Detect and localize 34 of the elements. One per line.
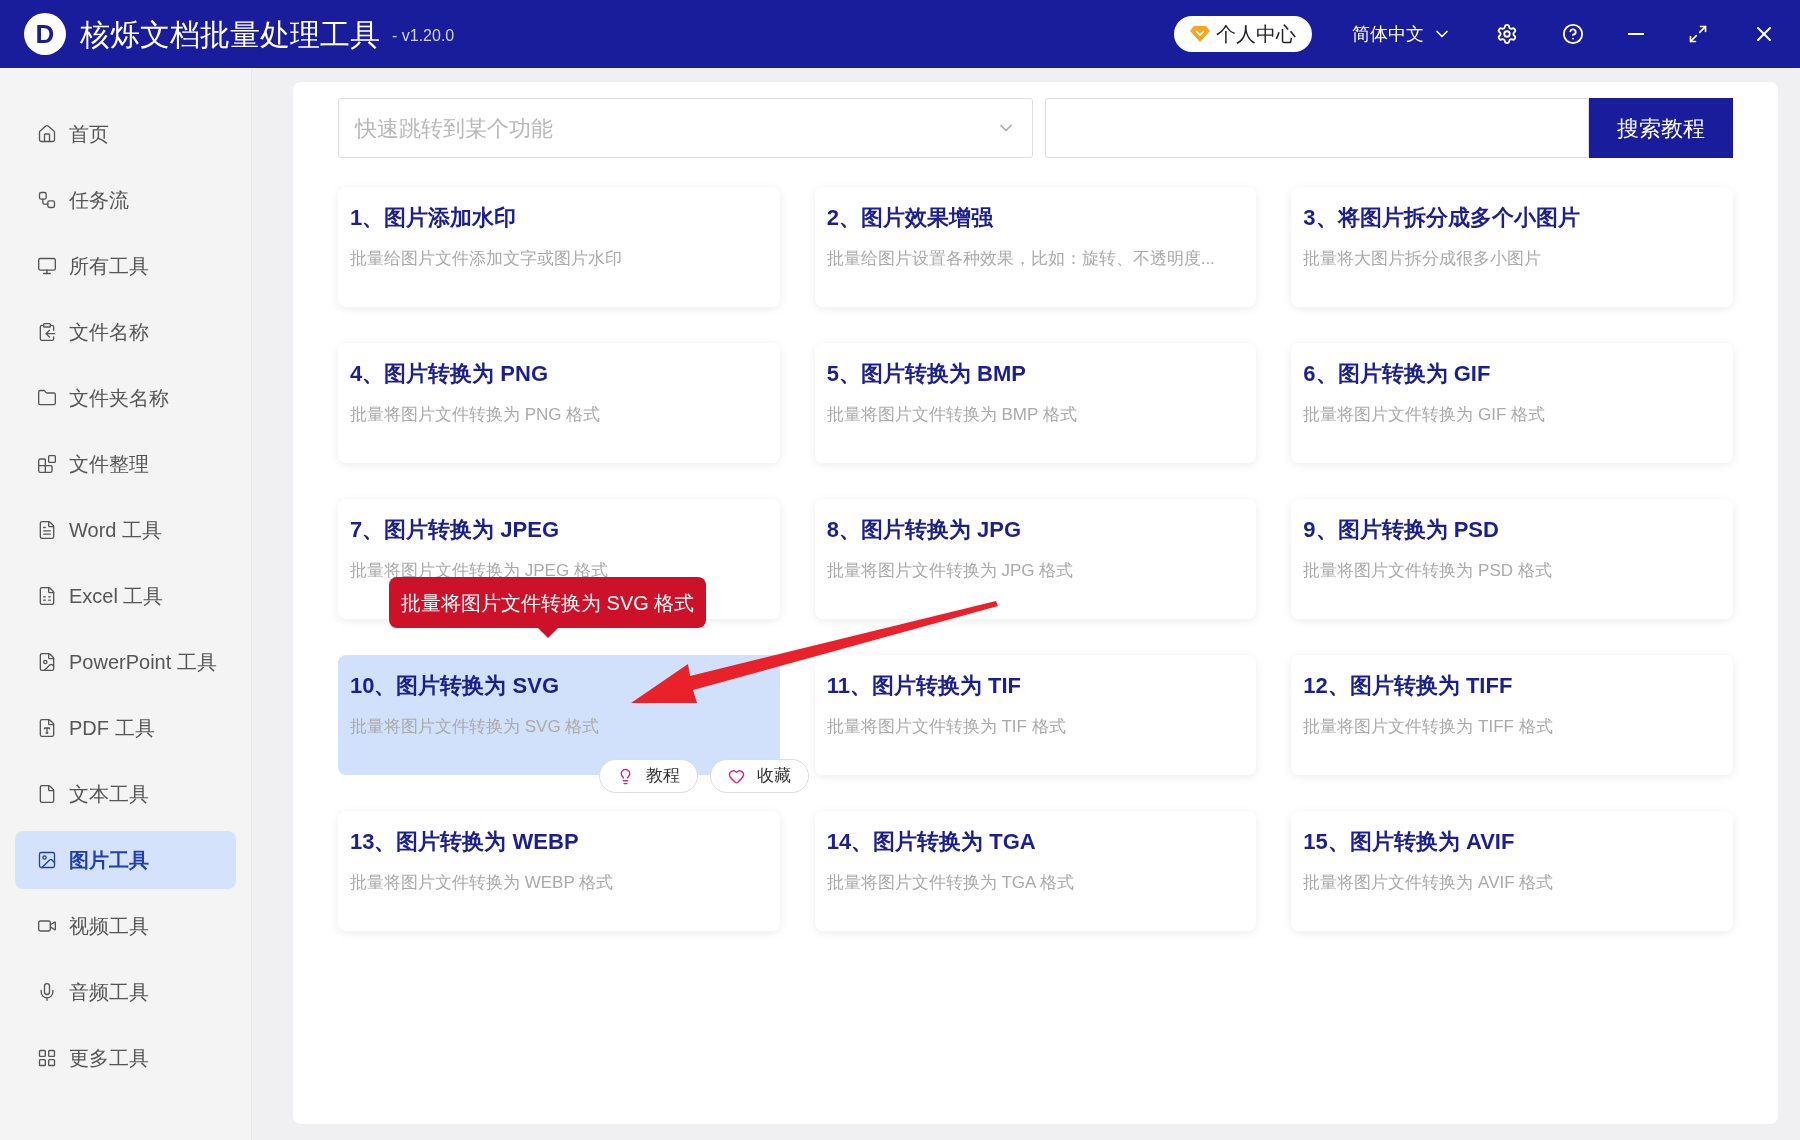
tooltip: 批量将图片文件转换为 SVG 格式 [389, 577, 707, 628]
card-description: 批量将图片文件转换为 SVG 格式 [350, 716, 601, 738]
card-description: 批量将图片文件转换为 PSD 格式 [1303, 560, 1553, 582]
card-title: 4、图片转换为 PNG [350, 360, 550, 388]
card-description: 批量将图片文件转换为 AVIF 格式 [1303, 872, 1555, 894]
card-title: 12、图片转换为 TIFF [1303, 672, 1514, 700]
card-title: 10、图片转换为 SVG [350, 672, 561, 700]
card-title: 7、图片转换为 JPEG [350, 516, 561, 544]
card-description: 批量将图片文件转换为 JPG 格式 [826, 560, 1075, 582]
card-description: 批量给图片设置各种效果，比如：旋转、不透明度... [826, 248, 1216, 270]
card-description: 批量将图片文件转换为 TIF 格式 [826, 716, 1067, 738]
card-description: 批量将图片文件转换为 GIF 格式 [1303, 404, 1547, 426]
card-title: 9、图片转换为 PSD [1303, 516, 1500, 544]
card-title: 15、图片转换为 AVIF [1303, 828, 1516, 856]
window-title: 核烁文档批量处理工具 [80, 16, 380, 53]
card-title: 8、图片转换为 JPG [826, 516, 1023, 544]
card-description: 批量将图片文件转换为 TGA 格式 [826, 872, 1076, 894]
jump-select-placeholder: 快速跳转到某个功能 [355, 114, 553, 143]
card-description: 批量给图片文件添加文字或图片水印 [350, 248, 623, 270]
version-label: - v1.20.0 [392, 26, 455, 46]
card-title: 14、图片转换为 TGA [826, 828, 1037, 856]
card-description: 批量将图片文件转换为 BMP 格式 [826, 404, 1078, 426]
card-description: 批量将大图片拆分成很多小图片 [1303, 248, 1543, 270]
card-title: 5、图片转换为 BMP [826, 360, 1027, 388]
card-title: 3、将图片拆分成多个小图片 [1303, 204, 1581, 232]
card-title: 2、图片效果增强 [826, 204, 994, 232]
card-description: 批量将图片文件转换为 PNG 格式 [350, 404, 602, 426]
card-title: 13、图片转换为 WEBP [350, 828, 580, 856]
card-title: 6、图片转换为 GIF [1303, 360, 1492, 388]
card-description: 批量将图片文件转换为 TIFF 格式 [1303, 716, 1554, 738]
app-logo: D [24, 13, 66, 55]
card-title: 1、图片添加水印 [350, 204, 518, 232]
card-title: 11、图片转换为 TIF [826, 672, 1022, 700]
card-description: 批量将图片文件转换为 WEBP 格式 [350, 872, 615, 894]
